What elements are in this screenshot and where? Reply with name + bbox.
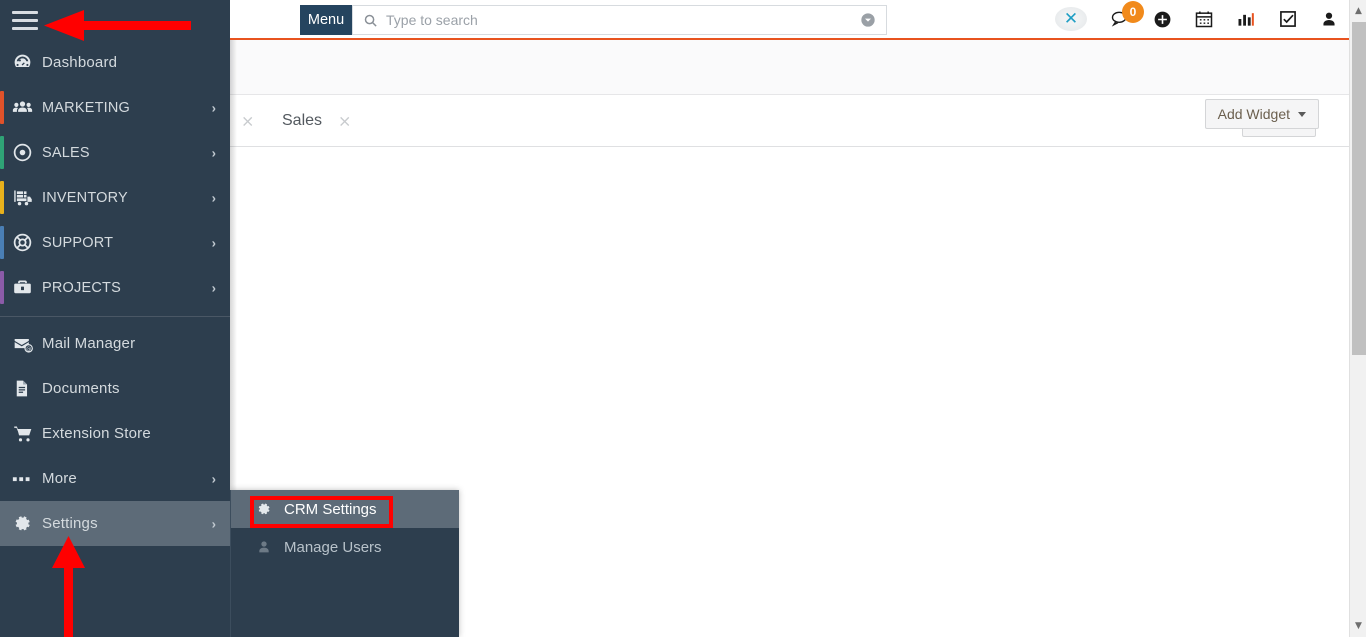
sales-target-icon xyxy=(12,141,42,165)
add-widget-button-label: Add Widget xyxy=(1218,106,1290,122)
sidebar-item-mail-manager[interactable]: @ Mail Manager xyxy=(0,321,230,366)
analytics-icon[interactable] xyxy=(1236,9,1256,29)
chevron-right-icon: › xyxy=(212,190,216,205)
more-dots-icon xyxy=(12,467,42,491)
chevron-right-icon: › xyxy=(212,235,216,250)
chevron-right-icon: › xyxy=(212,280,216,295)
sidebar-item-label: More xyxy=(42,470,77,487)
sidebar-header xyxy=(0,0,230,40)
settings-submenu-panel: CRM Settings Manage Users xyxy=(230,490,459,637)
settings-gear-icon xyxy=(256,501,284,517)
projects-briefcase-icon xyxy=(12,276,42,300)
tab-close-left-icon[interactable]: × xyxy=(241,111,254,130)
global-search-box[interactable] xyxy=(352,5,887,35)
category-color-bar-marketing xyxy=(0,91,4,124)
chevron-right-icon: › xyxy=(212,145,216,160)
tab-close-icon[interactable]: × xyxy=(338,111,351,130)
sidebar-item-support[interactable]: SUPPORT › xyxy=(0,220,230,265)
settings-gear-icon xyxy=(12,512,42,536)
chevron-right-icon: › xyxy=(212,100,216,115)
submenu-item-crm-settings[interactable]: CRM Settings xyxy=(231,490,459,528)
logo-glyph: ✕ xyxy=(1055,7,1087,31)
sidebar-item-extension-store[interactable]: Extension Store xyxy=(0,411,230,456)
sidebar-item-more[interactable]: More › xyxy=(0,456,230,501)
sub-header-strip xyxy=(230,40,1366,95)
calendar-icon[interactable] xyxy=(1194,9,1214,29)
dashboard-gauge-icon xyxy=(12,51,42,75)
vertical-scrollbar-thumb[interactable] xyxy=(1352,22,1366,355)
documents-icon xyxy=(12,377,42,401)
submenu-item-label: CRM Settings xyxy=(284,501,377,518)
mail-manager-icon: @ xyxy=(12,332,42,356)
add-widget-button[interactable]: Add Widget xyxy=(1205,99,1319,129)
sidebar-item-label: Mail Manager xyxy=(42,335,135,352)
user-profile-icon[interactable] xyxy=(1320,10,1338,29)
notification-badge: 0 xyxy=(1122,1,1144,23)
sidebar-item-label: PROJECTS xyxy=(42,280,121,296)
menu-toggle-icon[interactable] xyxy=(12,11,38,30)
top-header-bar: Menu ✕ 0 xyxy=(230,0,1366,40)
sidebar-item-label: Dashboard xyxy=(42,54,117,71)
tab-sales-label[interactable]: Sales xyxy=(282,112,322,130)
support-lifering-icon xyxy=(12,231,42,255)
sidebar-item-label: Settings xyxy=(42,515,98,532)
menu-button[interactable]: Menu xyxy=(300,5,352,35)
sidebar-item-marketing[interactable]: MARKETING › xyxy=(0,85,230,130)
scroll-down-arrow-icon[interactable]: ▼ xyxy=(1350,617,1366,635)
category-color-bar-support xyxy=(0,226,4,259)
sidebar-item-label: INVENTORY xyxy=(42,190,128,206)
tasks-checkbox-icon[interactable] xyxy=(1278,9,1298,29)
sidebar-divider xyxy=(0,316,230,317)
extension-store-cart-icon xyxy=(12,422,42,446)
sidebar-item-documents[interactable]: Documents xyxy=(0,366,230,411)
category-color-bar-sales xyxy=(0,136,4,169)
scroll-up-arrow-icon[interactable]: ▲ xyxy=(1350,2,1366,20)
submenu-item-label: Manage Users xyxy=(284,539,382,556)
sidebar-item-label: MARKETING xyxy=(42,100,130,116)
category-color-bar-inventory xyxy=(0,181,4,214)
chevron-down-icon xyxy=(1298,112,1306,117)
circle-chevron-down-icon[interactable] xyxy=(860,12,876,28)
sidebar-item-settings[interactable]: Settings › xyxy=(0,501,230,546)
header-icon-group: ✕ 0 xyxy=(1055,0,1338,38)
category-color-bar-projects xyxy=(0,271,4,304)
sidebar-item-label: SALES xyxy=(42,145,90,161)
sidebar-item-label: SUPPORT xyxy=(42,235,113,251)
chevron-right-icon: › xyxy=(212,471,216,486)
search-icon xyxy=(363,13,378,28)
sidebar-item-dashboard[interactable]: Dashboard xyxy=(0,40,230,85)
inventory-truck-icon xyxy=(12,186,42,210)
sidebar-item-inventory[interactable]: INVENTORY › xyxy=(0,175,230,220)
sidebar-item-sales[interactable]: SALES › xyxy=(0,130,230,175)
vtiger-logo-icon[interactable]: ✕ xyxy=(1055,7,1087,31)
sidebar-item-label: Documents xyxy=(42,380,120,397)
user-icon xyxy=(256,539,284,555)
vertical-scrollbar[interactable]: ▲ ▼ xyxy=(1349,0,1366,637)
marketing-people-icon xyxy=(12,96,42,120)
comments-icon[interactable]: 0 xyxy=(1109,9,1131,29)
add-circle-icon[interactable] xyxy=(1153,10,1172,29)
chevron-right-icon: › xyxy=(212,516,216,531)
sidebar-item-label: Extension Store xyxy=(42,425,151,442)
app-root: Dashboard MARKETING › SALES › xyxy=(0,0,1366,637)
tab-bar: × Sales × More xyxy=(230,95,1366,147)
svg-text:@: @ xyxy=(26,346,31,352)
sidebar-item-projects[interactable]: PROJECTS › xyxy=(0,265,230,310)
submenu-item-manage-users[interactable]: Manage Users xyxy=(231,528,459,566)
left-sidebar: Dashboard MARKETING › SALES › xyxy=(0,0,230,637)
search-input[interactable] xyxy=(386,12,860,28)
